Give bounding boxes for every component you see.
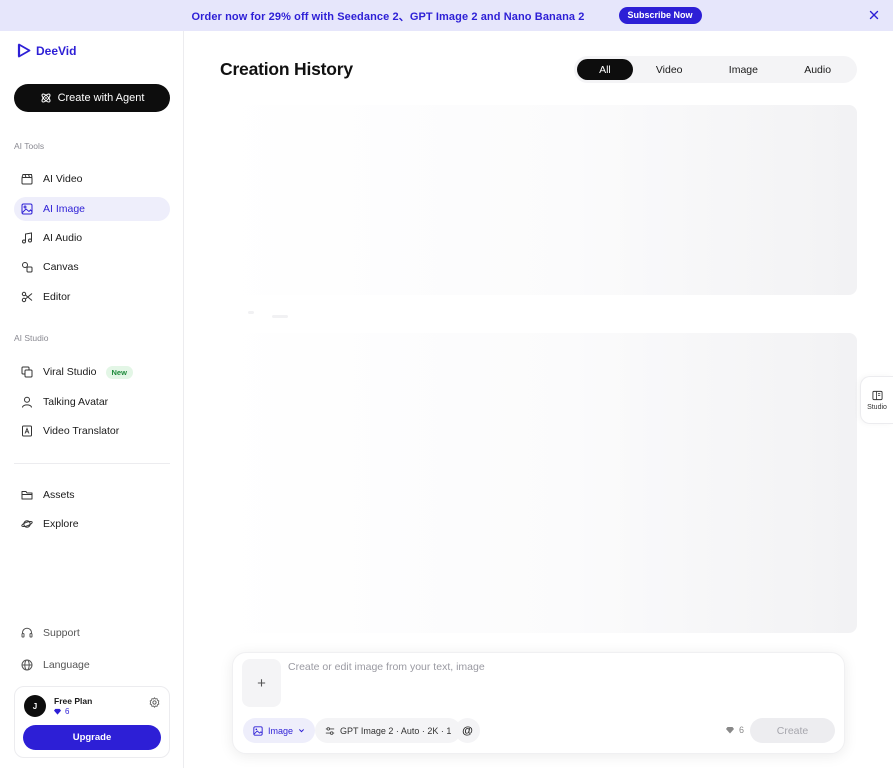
avatar[interactable]: J	[24, 695, 46, 717]
promo-banner: Order now for 29% off with Seedance 2、GP…	[0, 0, 893, 31]
close-icon[interactable]	[867, 8, 881, 22]
sidebar-item-label: Video Translator	[43, 425, 120, 437]
sidebar-item-label: AI Image	[43, 203, 86, 215]
sidebar-item-canvas[interactable]: Canvas	[14, 255, 170, 279]
sidebar-item-video-translator[interactable]: Video Translator	[14, 419, 170, 443]
model-settings-label: GPT Image 2 · Auto · 2K · 1	[340, 725, 452, 736]
diamond-icon	[54, 708, 61, 715]
loading-placeholder-line	[272, 315, 288, 318]
sidebar: DeeVid Create with Agent AI Tools AI Vid…	[0, 31, 184, 768]
sliders-icon	[325, 726, 335, 735]
upgrade-button[interactable]: Upgrade	[23, 725, 161, 750]
image-icon	[21, 203, 33, 215]
sidebar-item-label: AI Audio	[43, 232, 83, 244]
studio-panel-toggle[interactable]: Studio	[860, 376, 893, 424]
credit-cost: 6	[726, 725, 744, 735]
promo-text: Order now for 29% off with Seedance 2、GP…	[191, 10, 585, 23]
prompt-input[interactable]: Create or edit image from your text, ima…	[288, 661, 485, 673]
sidebar-item-label: Editor	[43, 291, 71, 303]
folder-icon	[21, 491, 33, 500]
page-title: Creation History	[220, 59, 353, 79]
panel-icon	[871, 390, 883, 400]
brand-name: DeeVid	[36, 43, 77, 58]
diamond-icon	[726, 727, 734, 734]
gear-icon[interactable]	[149, 697, 160, 708]
sidebar-item-label: Explore	[43, 518, 79, 530]
atom-icon	[41, 93, 51, 103]
filter-tabs: All Video Image Audio	[574, 56, 857, 83]
sidebar-item-support[interactable]: Support	[14, 621, 170, 645]
sidebar-item-ai-audio[interactable]: AI Audio	[14, 226, 170, 250]
create-with-agent-label: Create with Agent	[57, 92, 145, 104]
mode-selector[interactable]: Image	[243, 718, 316, 743]
mention-button[interactable]: @	[455, 718, 480, 743]
create-button[interactable]: Create	[750, 718, 835, 743]
deevid-logo-icon	[17, 43, 31, 58]
sidebar-item-editor[interactable]: Editor	[14, 285, 170, 309]
ai-studio-heading: AI Studio	[14, 333, 49, 343]
plan-name: Free Plan	[54, 696, 93, 706]
globe-icon	[21, 659, 33, 671]
ai-tools-heading: AI Tools	[14, 141, 45, 151]
shapes-icon	[22, 262, 33, 273]
tab-all[interactable]: All	[577, 59, 633, 80]
loading-placeholder-line	[248, 311, 254, 314]
prompt-composer: + Create or edit image from your text, i…	[232, 652, 845, 754]
sidebar-item-assets[interactable]: Assets	[14, 483, 170, 507]
scissors-icon	[21, 291, 33, 303]
planet-icon	[21, 520, 33, 528]
headset-icon	[21, 627, 33, 638]
user-icon	[22, 396, 32, 408]
sidebar-item-label: Language	[43, 659, 90, 671]
sidebar-item-label: Assets	[43, 489, 75, 501]
sidebar-item-language[interactable]: Language	[14, 653, 170, 677]
sidebar-item-viral-studio[interactable]: Viral Studio New	[14, 360, 170, 384]
logo[interactable]: DeeVid	[17, 43, 76, 58]
sidebar-item-label: Support	[43, 627, 80, 639]
sidebar-item-label: Canvas	[43, 261, 79, 273]
sidebar-item-talking-avatar[interactable]: Talking Avatar	[14, 390, 170, 414]
sidebar-item-explore[interactable]: Explore	[14, 512, 170, 536]
credit-balance: 6	[54, 707, 69, 716]
upload-reference-button[interactable]: +	[242, 659, 281, 707]
loading-placeholder-card	[220, 105, 857, 295]
mode-label: Image	[268, 725, 294, 736]
sidebar-item-ai-image[interactable]: AI Image	[14, 197, 170, 221]
loading-placeholder-card	[220, 333, 857, 633]
credit-count: 6	[65, 707, 70, 716]
sidebar-item-label: AI Video	[43, 173, 83, 185]
music-icon	[22, 232, 32, 244]
chevron-down-icon	[298, 729, 305, 733]
subscribe-now-button[interactable]: Subscribe Now	[618, 7, 702, 24]
create-with-agent-button[interactable]: Create with Agent	[14, 84, 170, 112]
sidebar-item-label: Talking Avatar	[43, 396, 109, 408]
translate-icon	[22, 425, 32, 437]
image-icon	[253, 725, 263, 736]
sidebar-divider	[14, 463, 170, 464]
credit-cost-value: 6	[739, 725, 745, 735]
tab-audio[interactable]: Audio	[781, 59, 854, 80]
sidebar-item-label: Viral Studio	[43, 366, 97, 378]
tab-image[interactable]: Image	[706, 59, 782, 80]
studio-label: Studio	[867, 403, 887, 411]
new-badge: New	[105, 365, 133, 379]
tab-video[interactable]: Video	[633, 59, 706, 80]
model-settings-selector[interactable]: GPT Image 2 · Auto · 2K · 1	[315, 718, 462, 743]
plan-card: J Free Plan 6 Upgrade	[14, 686, 170, 758]
clapperboard-icon	[21, 174, 33, 185]
copy-icon	[21, 366, 33, 378]
sidebar-item-ai-video[interactable]: AI Video	[14, 167, 170, 191]
